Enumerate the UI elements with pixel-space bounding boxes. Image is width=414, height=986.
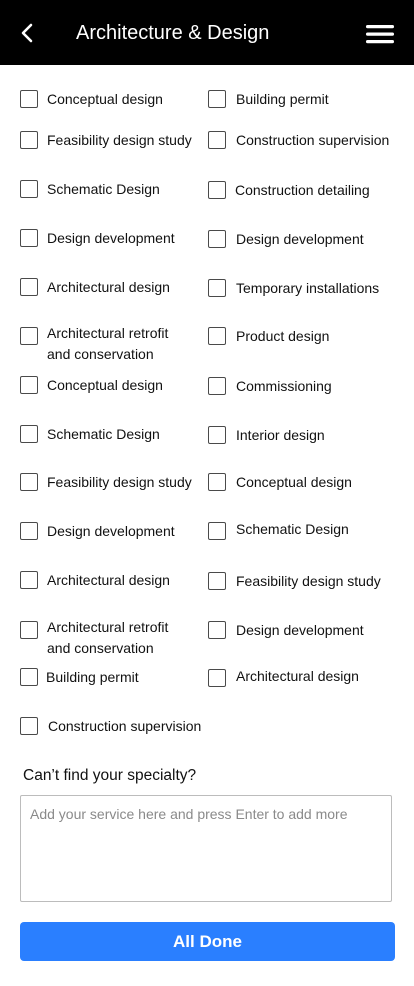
specialty-checkbox[interactable]: Schematic Design [208,519,349,540]
cant-find-heading: Can’t find your specialty? [23,767,197,784]
specialty-checkbox[interactable]: Product design [208,326,329,347]
specialty-checkbox[interactable]: Architectural retrofit and conservation [20,617,168,659]
specialty-checkbox[interactable]: Design development [208,620,364,641]
checkbox-box[interactable] [20,180,38,198]
checkbox-box[interactable] [208,327,226,345]
specialty-label: Architectural design [47,572,170,588]
checkbox-box[interactable] [20,376,38,394]
specialty-label: Schematic Design [47,426,160,442]
specialty-label: Feasibility design study [47,474,192,490]
specialty-checkbox[interactable]: Schematic Design [20,424,160,445]
checkbox-box[interactable] [208,279,226,297]
specialty-checkbox[interactable]: Construction supervision [20,716,201,737]
specialty-label: Interior design [236,427,325,443]
specialty-checkbox[interactable]: Design development [20,521,175,542]
specialty-label: Design development [236,231,364,247]
checkbox-box[interactable] [208,426,226,444]
specialty-checkbox[interactable]: Interior design [208,425,325,446]
specialty-label: Design development [47,523,175,539]
checkbox-box[interactable] [208,669,226,687]
specialty-label: Product design [236,328,330,344]
checkbox-box[interactable] [20,621,38,639]
checkbox-box[interactable] [20,571,38,589]
specialty-label: Construction detailing [235,182,370,198]
checkbox-box[interactable] [208,131,226,149]
checkbox-box[interactable] [20,425,38,443]
specialty-label: Schematic Design [47,181,160,197]
specialty-checkbox[interactable]: Conceptual design [20,375,163,396]
checkbox-box[interactable] [20,522,38,540]
checkbox-box[interactable] [208,473,226,491]
specialty-label: Architectural retrofit and conservation [47,325,169,362]
specialty-label: Architectural design [236,668,359,684]
specialty-label: Feasibility design study [236,573,381,589]
checkbox-box[interactable] [208,181,226,199]
specialty-label: Architectural retrofit and conservation [47,619,169,656]
specialty-label: Building permit [46,669,139,685]
specialty-checkbox[interactable]: Architectural retrofit and conservation [20,323,168,365]
checkbox-box[interactable] [20,668,38,686]
specialty-label: Building permit [236,91,329,107]
specialty-picker-screen: Architecture & Design Conceptual design … [0,0,414,986]
specialty-checkbox[interactable]: Conceptual design [20,89,163,110]
checkbox-box[interactable] [20,327,38,345]
specialty-label: Feasibility design study [47,132,192,148]
specialty-label: Temporary installations [236,280,380,296]
specialty-checklist: Conceptual design Feasibility design stu… [0,0,414,760]
checkbox-box[interactable] [208,90,226,108]
specialty-checkbox[interactable]: Design development [20,228,175,249]
specialty-label: Design development [47,230,175,246]
checkbox-box[interactable] [20,717,38,735]
specialty-checkbox[interactable]: Architectural design [208,666,359,687]
specialty-label: Conceptual design [47,377,163,393]
specialty-checkbox[interactable]: Schematic Design [20,179,160,200]
specialty-label: Commissioning [236,378,332,394]
checkbox-box[interactable] [20,90,38,108]
specialty-checkbox[interactable]: Feasibility design study [20,472,192,493]
checkbox-box[interactable] [208,621,226,639]
specialty-checkbox[interactable]: Feasibility design study [20,130,192,151]
checkbox-box[interactable] [208,230,226,248]
specialty-checkbox[interactable]: Building permit [208,89,329,110]
specialty-checkbox[interactable]: Conceptual design [208,472,352,493]
specialty-checkbox[interactable]: Commissioning [208,376,332,397]
specialty-checkbox[interactable]: Design development [208,229,364,250]
checkbox-box[interactable] [20,473,38,491]
checkbox-box[interactable] [208,522,226,540]
specialty-checkbox[interactable]: Architectural design [20,570,170,591]
checkbox-box[interactable] [208,377,226,395]
specialty-label: Conceptual design [47,91,163,107]
specialty-checkbox[interactable]: Construction detailing [208,180,370,201]
checkbox-box[interactable] [20,131,38,149]
checkbox-box[interactable] [20,229,38,247]
specialty-label: Construction supervision [236,132,390,148]
specialty-label: Design development [236,622,364,638]
specialty-label: Conceptual design [236,474,352,490]
custom-service-input[interactable] [20,795,392,902]
specialty-checkbox[interactable]: Feasibility design study [208,571,381,592]
specialty-checkbox[interactable]: Architectural design [20,277,170,298]
checkbox-box[interactable] [20,278,38,296]
checkbox-box[interactable] [208,572,226,590]
specialty-checkbox[interactable]: Construction supervision [208,130,389,151]
specialty-checkbox[interactable]: Temporary installations [208,278,379,299]
all-done-button[interactable]: All Done [20,922,395,961]
specialty-label: Architectural design [47,279,170,295]
specialty-label: Construction supervision [48,718,202,734]
specialty-checkbox[interactable]: Building permit [20,667,139,688]
specialty-label: Schematic Design [236,521,349,537]
